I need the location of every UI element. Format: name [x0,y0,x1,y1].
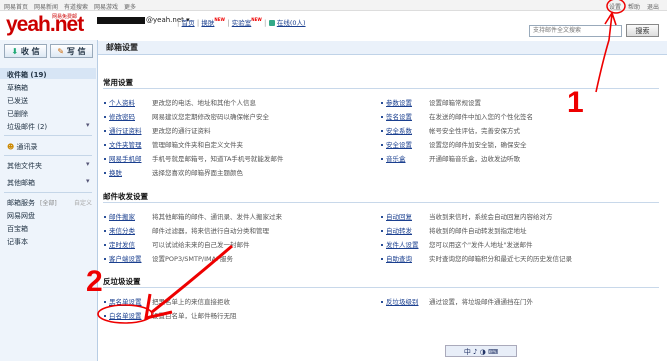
annotation-circle-whitelist [97,304,153,324]
annotation-arrow-2 [151,244,233,314]
annotation-arrow-1 [595,13,613,93]
annotation-number-2: 2 [86,265,103,298]
annotation-overlay [97,0,626,324]
annotation-circle-settings [606,0,626,14]
annotation-number-1: 1 [567,86,584,119]
